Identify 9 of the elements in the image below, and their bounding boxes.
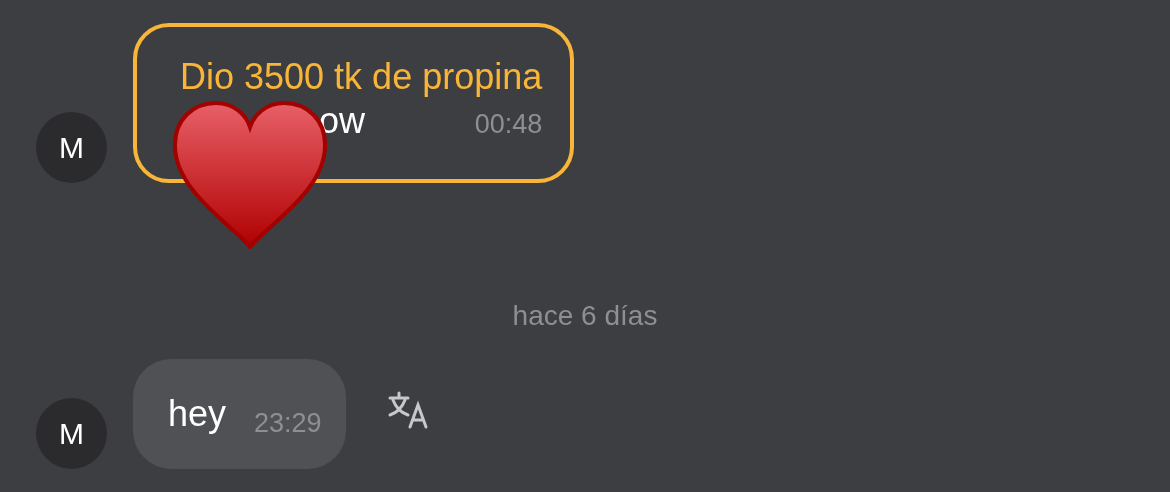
message-time: 00:48 — [474, 108, 543, 141]
message-time: 23:29 — [254, 406, 322, 440]
translate-icon[interactable] — [387, 391, 428, 429]
avatar: M — [36, 398, 107, 469]
date-divider: hace 6 días — [511, 299, 659, 333]
avatar: M — [36, 112, 107, 183]
message-text: hey — [168, 392, 227, 436]
message-text: ow — [319, 99, 366, 143]
tip-text: Dio 3500 tk de propina — [180, 55, 543, 99]
